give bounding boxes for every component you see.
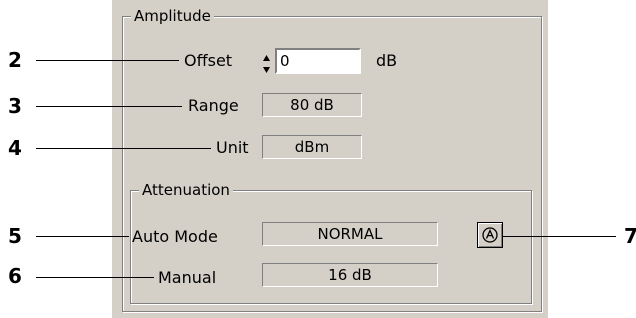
offset-spinner[interactable] [261, 49, 272, 73]
unit-label: Unit [216, 138, 249, 157]
spin-down-button[interactable] [261, 61, 272, 73]
amplitude-panel: Amplitude Offset 0 dB Range 80 dB Unit d… [112, 0, 548, 318]
amplitude-group-title: Amplitude [131, 7, 214, 25]
callout-number-6: 6 [8, 264, 22, 288]
auto-mode-value: NORMAL [262, 222, 438, 246]
spin-up-button[interactable] [261, 49, 272, 61]
callout-number-3: 3 [8, 94, 22, 118]
callout-number-2: 2 [8, 48, 22, 72]
attenuation-group-title: Attenuation [139, 181, 233, 199]
callout-number-7: 7 [624, 224, 636, 248]
spin-down-icon [263, 67, 270, 73]
manual-label: Manual [158, 268, 217, 287]
callout-number-4: 4 [8, 136, 22, 160]
callout-line-7 [503, 236, 616, 237]
callout-line-5 [36, 236, 129, 237]
callout-line-3 [36, 106, 182, 107]
unit-value: dBm [262, 135, 362, 159]
auto-mode-label: Auto Mode [132, 227, 218, 246]
callout-line-4 [36, 148, 211, 149]
range-value: 80 dB [262, 93, 362, 117]
offset-label: Offset [184, 51, 233, 70]
auto-mode-button[interactable] [477, 222, 503, 248]
callout-line-2 [36, 60, 179, 61]
callout-number-5: 5 [8, 224, 22, 248]
range-label: Range [188, 96, 239, 115]
manual-value: 16 dB [262, 263, 438, 287]
offset-input[interactable]: 0 [275, 48, 361, 74]
callout-line-6 [36, 277, 154, 278]
offset-unit-label: dB [376, 51, 398, 70]
auto-mode-icon [482, 227, 498, 243]
